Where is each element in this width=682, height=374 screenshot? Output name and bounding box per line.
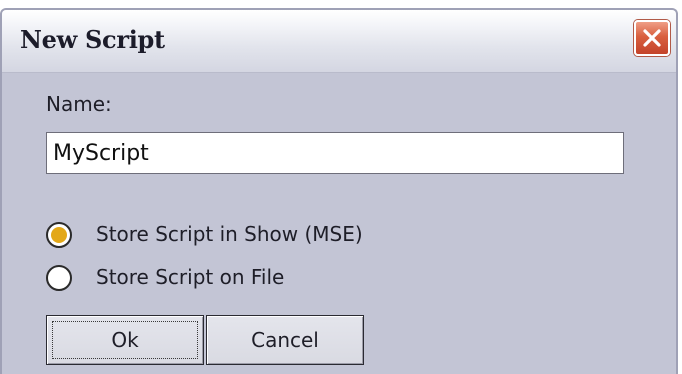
title-bar[interactable]: New Script [2, 10, 676, 73]
cancel-button[interactable]: Cancel [206, 315, 364, 365]
focus-rectangle [52, 321, 198, 359]
ok-button[interactable]: Ok [46, 315, 204, 365]
new-script-dialog: New Script Name: Store Script in Show (M… [0, 8, 678, 374]
radio-label-store-in-show[interactable]: Store Script in Show (MSE) [96, 222, 363, 246]
cancel-button-label: Cancel [251, 328, 319, 352]
radio-label-store-on-file[interactable]: Store Script on File [96, 265, 284, 289]
name-label: Name: [46, 92, 112, 116]
script-name-input[interactable] [46, 132, 624, 174]
radio-store-in-show[interactable] [46, 222, 72, 248]
dialog-title: New Script [20, 25, 165, 54]
close-icon [643, 29, 661, 47]
close-button[interactable] [634, 20, 670, 56]
radio-store-on-file[interactable] [46, 265, 72, 291]
